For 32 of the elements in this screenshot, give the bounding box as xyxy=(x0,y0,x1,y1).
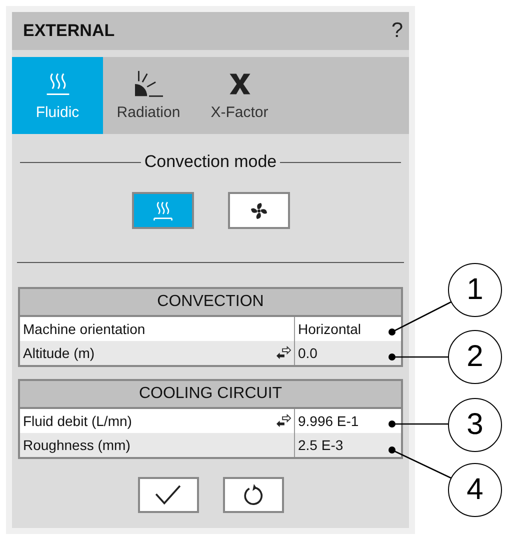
forced-convection-button[interactable] xyxy=(228,192,290,229)
table-header: COOLING CIRCUIT xyxy=(20,381,401,409)
property-value[interactable]: 2.5 E-3 xyxy=(295,433,401,457)
fan-icon xyxy=(248,200,268,220)
property-label: Altitude (m) xyxy=(20,341,295,365)
callout-number: 2 xyxy=(448,330,502,384)
leader-line xyxy=(388,354,448,360)
leader-line xyxy=(388,301,452,336)
swap-arrows-icon[interactable] xyxy=(276,414,291,428)
callout-number: 3 xyxy=(448,398,502,452)
leader-line xyxy=(388,420,448,428)
property-value[interactable]: Horizontal xyxy=(295,317,401,341)
checkmark-icon xyxy=(154,484,182,506)
property-value[interactable]: 0.0 xyxy=(295,341,401,365)
reset-button[interactable] xyxy=(222,477,284,513)
tab[interactable]: X-Factor xyxy=(194,57,285,134)
tab[interactable]: Radiation xyxy=(103,57,194,134)
callout-number: 4 xyxy=(448,463,502,517)
property-value[interactable]: 9.996 E-1 xyxy=(295,409,401,433)
callout-number: 1 xyxy=(448,263,502,317)
radiation-icon xyxy=(132,70,164,98)
leader-line xyxy=(388,446,452,479)
section-title: Convection mode xyxy=(144,152,277,172)
swap-arrows-icon[interactable] xyxy=(276,346,291,360)
heat-waves-icon xyxy=(152,200,174,222)
reset-icon xyxy=(242,484,264,506)
panel-title: EXTERNAL xyxy=(23,21,115,41)
natural-convection-button[interactable] xyxy=(132,192,194,229)
apply-button[interactable] xyxy=(138,477,198,513)
help-button[interactable]: ? xyxy=(391,19,403,43)
property-label: Roughness (mm) xyxy=(20,433,295,457)
table-header: CONVECTION xyxy=(20,289,401,317)
